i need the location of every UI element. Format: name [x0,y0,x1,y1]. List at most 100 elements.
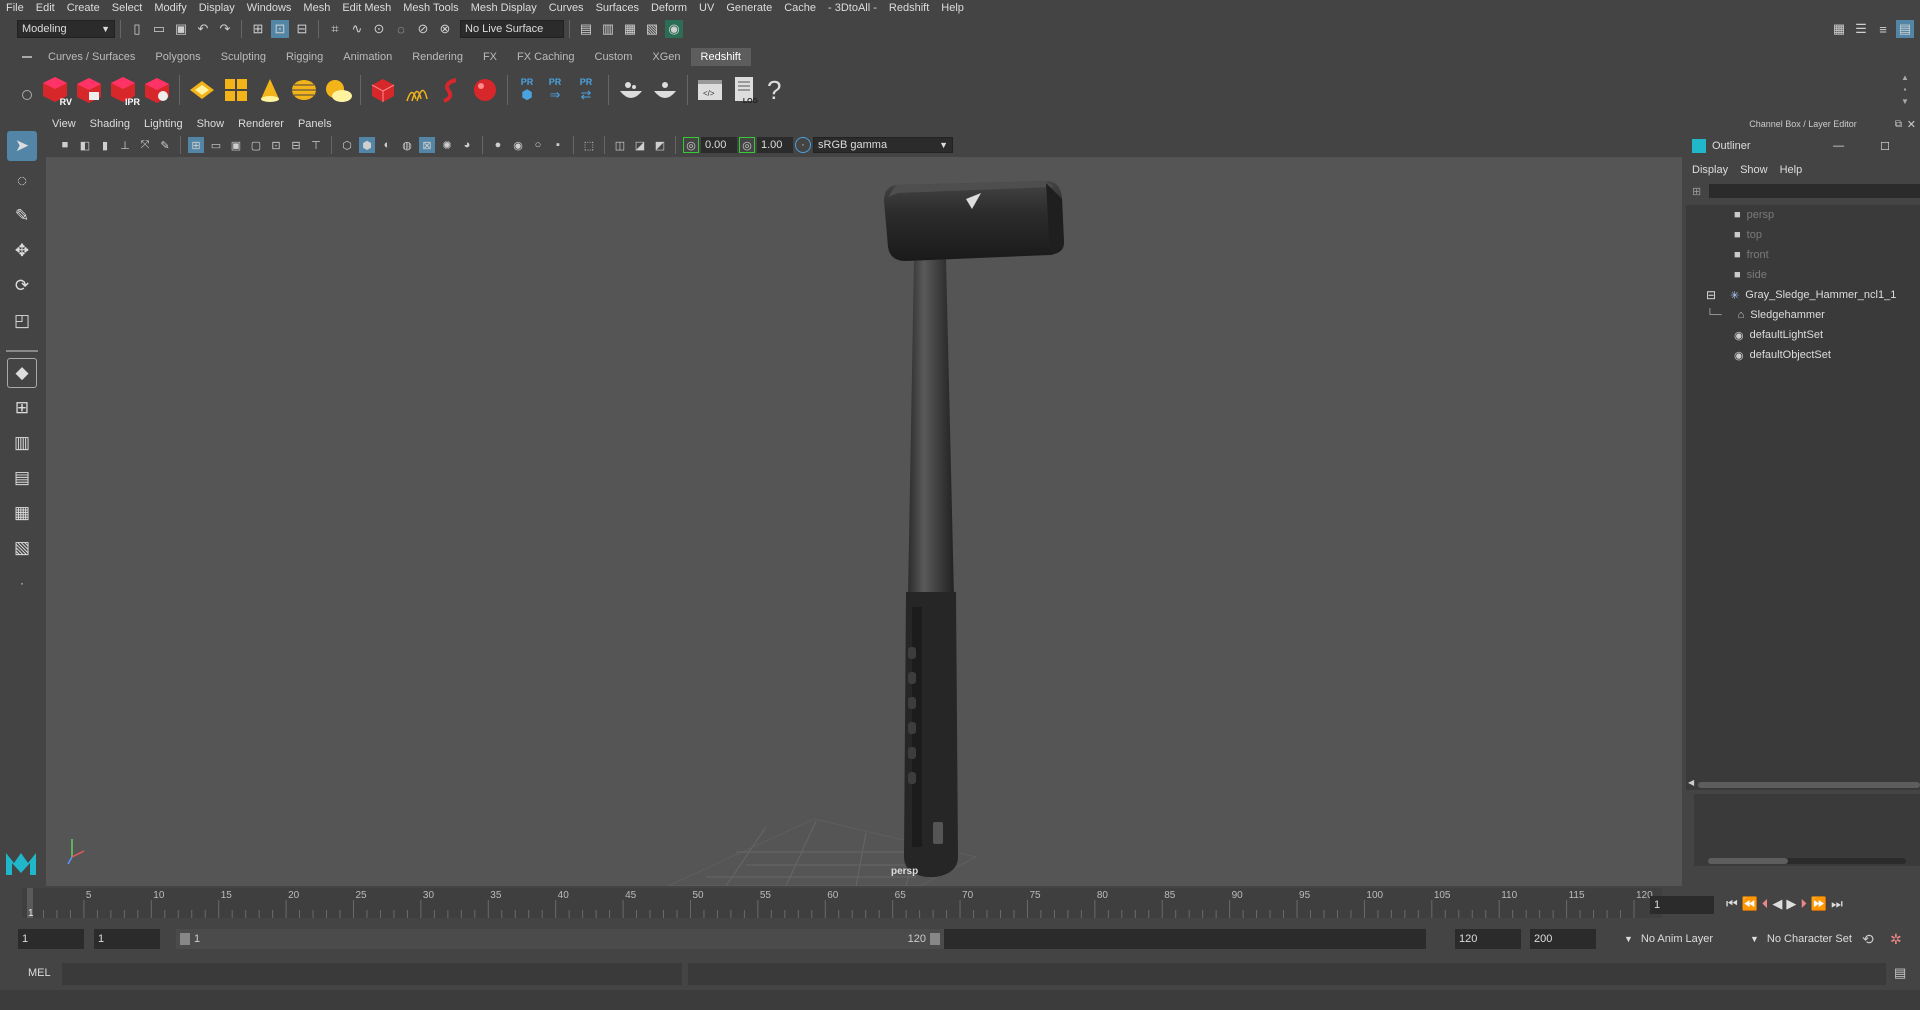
float-panel-icon[interactable]: ⧉ [1895,119,1902,130]
rs-bowl-options-icon[interactable] [650,75,680,105]
shelf-tab[interactable]: XGen [642,48,690,66]
select-camera-icon[interactable]: ■ [57,137,73,153]
outliner-menu-item[interactable]: Show [1734,164,1774,176]
menu-item[interactable]: Create [61,2,106,14]
shelf-tab[interactable]: Animation [333,48,402,66]
hypershade-icon[interactable]: ◉ [665,20,683,38]
playback-end-field[interactable]: 120 [1455,929,1521,949]
menu-item[interactable]: - 3DtoAll - [822,2,883,14]
rs-bowl-icon[interactable] [616,75,646,105]
anim-layer-dropdown[interactable]: ▼ No Anim Layer [1620,929,1742,949]
field-chart-icon[interactable]: ⊡ [268,137,284,153]
menu-item[interactable]: Surfaces [590,2,645,14]
persp-graph-layout-icon[interactable]: ▤ [7,463,37,493]
snap-live-icon[interactable]: ⊗ [436,20,454,38]
gamma-icon[interactable]: ◎ [739,137,755,153]
step-back-key-icon[interactable]: ⏪ [1742,896,1758,912]
maximize-icon[interactable]: ☐ [1880,140,1890,153]
menu-item[interactable]: UV [693,2,720,14]
go-to-end-icon[interactable]: ⏭ [1831,896,1843,912]
close-icon[interactable]: ✕ [1907,118,1916,131]
image-plane-icon[interactable]: ⊥ [117,137,133,153]
rotate-tool-icon[interactable]: ⟳ [7,271,37,301]
minimize-icon[interactable]: — [1833,140,1844,152]
rs-log-button[interactable]: LOG [727,74,761,107]
persp-outliner-layout-icon[interactable]: ▥ [7,428,37,458]
shelf-tab[interactable]: Polygons [145,48,210,66]
panel-menu-item[interactable]: Show [190,118,232,134]
menu-item[interactable]: Edit [30,2,61,14]
range-slider-handle[interactable]: 1 120 [176,929,944,949]
outliner-item[interactable]: ◉ defaultObjectSet [1686,345,1920,365]
2d-pan-zoom-icon[interactable]: ⤧ [137,137,153,153]
rs-render-icon[interactable] [74,75,104,105]
save-scene-icon[interactable]: ▣ [172,20,190,38]
safe-action-icon[interactable]: ⊟ [288,137,304,153]
four-view-layout-icon[interactable]: ⊞ [7,393,37,423]
resolution-gate-icon[interactable]: ▣ [228,137,244,153]
redo-icon[interactable]: ↷ [216,20,234,38]
rs-spot-light-icon[interactable] [255,75,285,105]
rs-portal-light-icon[interactable] [221,75,251,105]
snap-point-icon[interactable]: ⊙ [370,20,388,38]
menu-item[interactable]: Curves [543,2,590,14]
menu-item[interactable]: Modify [148,2,192,14]
rs-area-light-icon[interactable] [187,75,217,105]
single-perspective-layout-icon[interactable]: ◆ [7,358,37,388]
outliner-item[interactable]: ■ front [1686,245,1920,265]
snap-surface-icon[interactable]: ⊘ [414,20,432,38]
camera-attributes-icon[interactable]: ◧ [77,137,93,153]
anim-start-field[interactable]: 1 [18,929,84,949]
snap-curve-icon[interactable]: ∿ [348,20,366,38]
modeling-toolkit-icon[interactable]: ▦ [1830,20,1848,38]
play-backward-icon[interactable]: ◀ [1772,896,1782,912]
anim-end-field[interactable]: 200 [1530,929,1596,949]
menu-item[interactable]: Display [193,2,241,14]
collapse-icon[interactable]: ⊟ [1706,288,1716,302]
exposure-icon[interactable]: ◎ [683,137,699,153]
shelf-tab[interactable]: Sculpting [211,48,276,66]
panel-menu-item[interactable]: Lighting [137,118,190,134]
color-management-icon[interactable]: · [795,137,811,153]
menu-item[interactable]: Mesh [297,2,336,14]
panel-menu-item[interactable]: View [45,118,83,134]
scroll-thumb[interactable] [1698,782,1920,788]
outliner-item[interactable]: ⊟ ✳ Gray_Sledge_Hammer_ncl1_1 [1686,285,1920,305]
current-frame-field[interactable]: 1 [1650,896,1714,914]
outliner-item[interactable]: ■ side [1686,265,1920,285]
smooth-shade-icon[interactable]: ⬢ [359,137,375,153]
new-scene-icon[interactable]: ▯ [128,20,146,38]
depth-of-field-icon[interactable]: ▪ [550,137,566,153]
step-back-frame-icon[interactable]: ⏴ [1762,896,1769,912]
range-end-grip[interactable] [930,933,940,945]
shadows-icon[interactable]: ◕ [459,137,475,153]
anti-aliasing-icon[interactable]: ○ [530,137,546,153]
select-object-icon[interactable]: ⊡ [271,20,289,38]
outliner-hscroll[interactable]: ◀ [1686,778,1920,790]
menu-item[interactable]: Help [935,2,970,14]
tool-settings-icon[interactable]: ≡ [1874,20,1892,38]
undo-icon[interactable]: ↶ [194,20,212,38]
outliner-item[interactable]: ■ persp [1686,205,1920,225]
film-gate-icon[interactable]: ▭ [208,137,224,153]
viewport-canvas[interactable]: persp [46,157,1682,886]
panel-menu-item[interactable]: Shading [83,118,137,134]
shelf-tab[interactable]: Rendering [402,48,473,66]
xray-components-icon[interactable]: ◩ [652,137,668,153]
command-language-label[interactable]: MEL [28,967,51,979]
rs-help-icon[interactable]: ? [767,75,781,106]
bookmark-icon[interactable]: ▮ [97,137,113,153]
use-all-lights-icon[interactable]: ✺ [439,137,455,153]
outliner-menu-item[interactable]: Help [1774,164,1809,176]
safe-title-icon[interactable]: ⊤ [308,137,324,153]
rs-render-view-button[interactable]: RV [38,74,72,107]
custom-layout-icon[interactable]: · [7,568,37,598]
menu-item[interactable]: Windows [241,2,298,14]
motion-blur-icon[interactable]: ◉ [510,137,526,153]
gamma-field[interactable]: 1.00 [757,137,793,153]
move-tool-icon[interactable]: ✥ [7,236,37,266]
lower-scroll-thumb[interactable] [1708,858,1788,864]
go-to-start-icon[interactable]: ⏮ [1726,896,1738,912]
grid-icon[interactable]: ⊞ [188,137,204,153]
select-tool-icon[interactable]: ➤ [7,131,37,161]
